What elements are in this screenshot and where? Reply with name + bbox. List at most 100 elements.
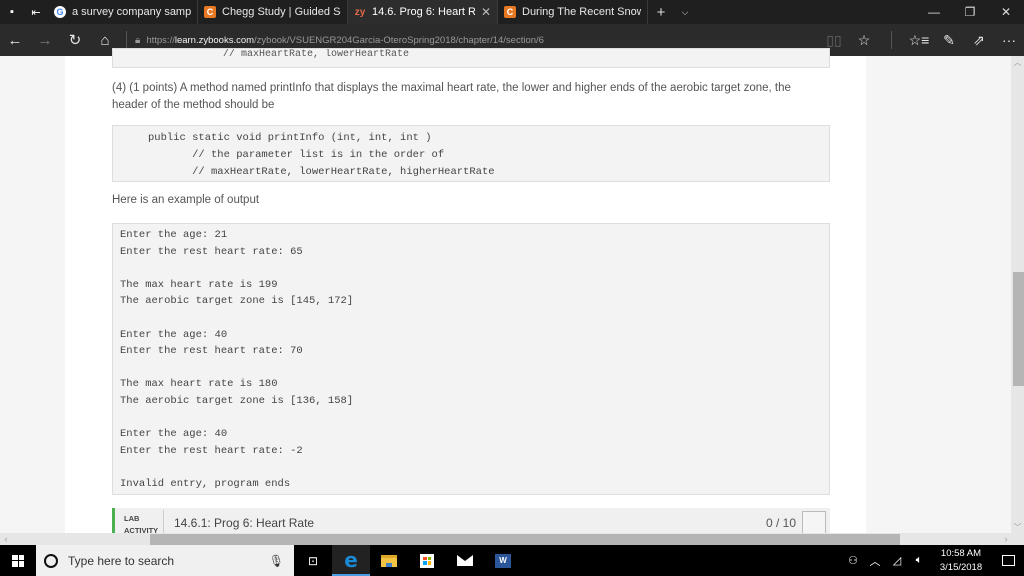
output-line: Enter the rest heart rate: 70 <box>120 345 303 358</box>
url-path: /zybook/VSUENGR204Garcia-OteroSpring2018… <box>254 34 544 46</box>
scroll-up-arrow-icon[interactable]: ︿ <box>1011 56 1024 68</box>
output-line: Enter the rest heart rate: 65 <box>120 245 303 258</box>
wifi-icon[interactable]: ◿ <box>886 554 908 567</box>
cortana-icon <box>44 553 58 568</box>
url-host: learn.zybooks.com <box>174 34 255 46</box>
start-button[interactable] <box>0 545 36 576</box>
taskbar-file-explorer[interactable] <box>370 545 408 576</box>
mail-icon <box>457 555 473 566</box>
toolbar-right: ▯▯ ☆ ☆≡ ✎ ⇗ ··· <box>819 24 1024 56</box>
tab-survey[interactable]: G a survey company sampled <box>48 0 198 24</box>
tab-snowing[interactable]: C During The Recent Snowing <box>498 0 648 24</box>
method-header-code-block: public static void printInfo (int, int, … <box>112 125 830 182</box>
horizontal-scroll-thumb[interactable] <box>150 534 900 545</box>
web-notes-icon[interactable]: ✎ <box>934 24 964 56</box>
action-center-button[interactable] <box>992 555 1024 566</box>
previous-code-text: // maxHeartRate, lowerHeartRate <box>223 49 410 60</box>
lab-completion-box <box>802 511 826 535</box>
scroll-down-arrow-icon[interactable]: ﹀ <box>1011 521 1024 533</box>
toolbar-divider <box>126 31 127 49</box>
show-hidden-icons-chevron-icon[interactable]: ︿ <box>864 553 886 569</box>
tab-chegg-study[interactable]: C Chegg Study | Guided Solut <box>198 0 348 24</box>
url-scheme: https:// <box>146 34 175 46</box>
system-tray: ⚇ ︿ ◿ 🔈︎ 10:58 AM 3/15/2018 <box>842 545 1024 576</box>
lock-icon: 🔒︎ <box>135 34 141 46</box>
taskbar-word[interactable]: W <box>484 545 522 576</box>
taskbar-search-box[interactable]: Type here to search 🎙︎ <box>36 545 294 576</box>
favorite-star-icon[interactable]: ☆ <box>849 24 879 56</box>
output-line: Enter the rest heart rate: -2 <box>120 444 303 457</box>
favorites-hub-icon[interactable]: ☆≡ <box>904 24 934 56</box>
example-output-block: Enter the age: 21 Enter the rest heart ra… <box>112 223 830 495</box>
volume-muted-icon[interactable]: 🔈︎ <box>908 554 930 567</box>
windows-taskbar: Type here to search 🎙︎ ⊡ e W ⚇ ︿ ◿ 🔈︎ 10… <box>0 545 1024 576</box>
taskbar-mail[interactable] <box>446 545 484 576</box>
refresh-button[interactable]: ↻ <box>60 24 90 56</box>
tab-manager-icon[interactable]: ▪ <box>0 0 24 24</box>
folder-icon <box>381 554 397 567</box>
output-line: The max heart rate is 199 <box>120 278 278 291</box>
forward-button[interactable]: → <box>30 24 60 56</box>
notification-icon <box>1001 555 1015 566</box>
item-4-description: (4) (1 points) A method named printInfo … <box>112 82 791 111</box>
scroll-right-arrow-icon[interactable]: › <box>1000 533 1012 545</box>
lab-activity-title: 14.6.1: Prog 6: Heart Rate <box>174 516 315 530</box>
set-aside-tabs-icon[interactable]: ⇤ <box>24 0 48 24</box>
word-icon: W <box>495 553 511 568</box>
people-icon[interactable]: ⚇ <box>842 554 864 567</box>
search-placeholder: Type here to search <box>68 553 175 568</box>
task-view-icon: ⊡ <box>307 553 319 568</box>
store-icon <box>420 553 434 568</box>
share-icon[interactable]: ⇗ <box>964 24 994 56</box>
output-line: The aerobic target zone is [136, 158] <box>120 394 354 407</box>
code-line: // the parameter list is in the order of <box>148 149 445 161</box>
google-favicon-icon: G <box>54 6 66 18</box>
right-gutter <box>866 56 1011 533</box>
minimize-button[interactable]: — <box>916 0 952 24</box>
output-line: Enter the age: 40 <box>120 428 228 441</box>
windows-logo-icon <box>12 554 24 567</box>
toolbar-divider <box>891 31 892 49</box>
output-line: Invalid entry, program ends <box>120 477 291 490</box>
clock-time: 10:58 AM <box>940 547 982 559</box>
taskbar-store[interactable] <box>408 545 446 576</box>
tab-preview-chevron-icon[interactable]: ⌵ <box>674 0 696 24</box>
code-line: // maxHeartRate, lowerHeartRate, higherH… <box>148 166 495 178</box>
output-line: Enter the age: 21 <box>120 229 228 241</box>
clock[interactable]: 10:58 AM 3/15/2018 <box>930 547 992 575</box>
scroll-left-arrow-icon[interactable]: ‹ <box>0 533 12 545</box>
chegg-favicon-icon: C <box>504 6 516 18</box>
clock-date: 3/15/2018 <box>939 561 983 573</box>
edge-icon: e <box>344 547 358 572</box>
tab-heart-rate[interactable]: zy 14.6. Prog 6: Heart Rate ✕ <box>348 0 498 24</box>
output-line: The max heart rate is 180 <box>120 378 278 391</box>
lab-score: 0 / 10 <box>765 516 796 530</box>
left-gutter <box>0 56 65 533</box>
tab-title: During The Recent Snowing <box>522 6 641 18</box>
chegg-favicon-icon: C <box>204 6 216 18</box>
zybooks-favicon-icon: zy <box>354 6 366 18</box>
example-output-label: Here is an example of output <box>112 194 260 206</box>
back-button[interactable]: ← <box>0 24 30 56</box>
more-menu-icon[interactable]: ··· <box>994 24 1024 56</box>
code-line: public static void printInfo (int, int, … <box>148 132 432 144</box>
new-tab-button[interactable]: + <box>648 0 674 24</box>
task-view-button[interactable]: ⊡ <box>294 545 332 576</box>
close-window-button[interactable]: ✕ <box>988 0 1024 24</box>
tab-title: Chegg Study | Guided Solut <box>222 6 341 18</box>
microphone-icon[interactable]: 🎙︎ <box>269 554 284 568</box>
close-tab-icon[interactable]: ✕ <box>481 5 491 19</box>
vertical-scrollbar[interactable]: ︿ ﹀ <box>1011 56 1024 533</box>
restore-button[interactable]: ❐ <box>952 0 988 24</box>
vertical-scroll-thumb[interactable] <box>1013 272 1024 386</box>
horizontal-scrollbar[interactable]: ‹ › <box>0 533 1024 545</box>
url-field[interactable]: 🔒︎ https://learn.zybooks.com/zybook/VSUE… <box>135 35 819 46</box>
window-controls: — ❐ ✕ <box>916 0 1024 24</box>
output-line: Enter the age: 40 <box>120 328 228 341</box>
taskbar-edge[interactable]: e <box>332 545 370 576</box>
